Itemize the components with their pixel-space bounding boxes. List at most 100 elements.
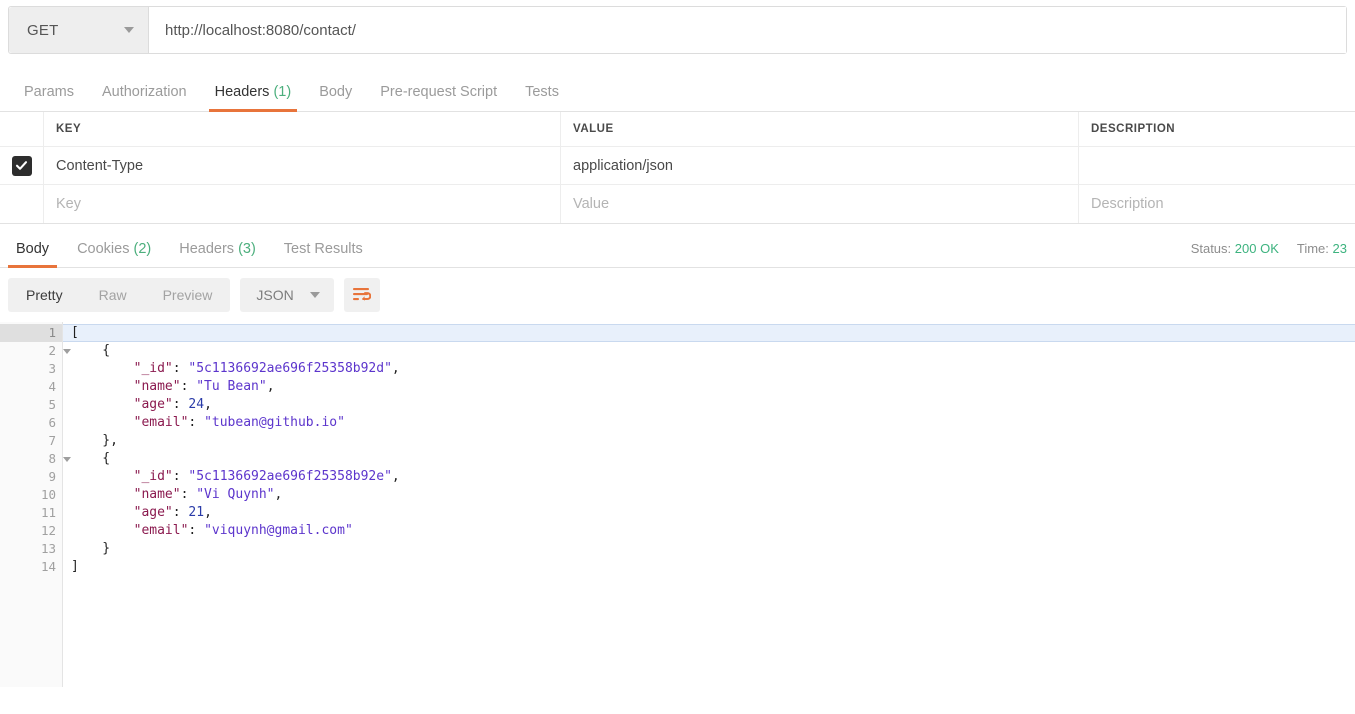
tab-headers[interactable]: Headers (1) bbox=[201, 84, 306, 112]
tab-tests[interactable]: Tests bbox=[511, 84, 573, 111]
word-wrap-icon bbox=[353, 288, 372, 301]
response-tab-headers-count: (3) bbox=[238, 241, 256, 257]
tab-body[interactable]: Body bbox=[305, 84, 366, 111]
response-tab-test-results[interactable]: Test Results bbox=[270, 241, 377, 267]
code-token-key: "age" bbox=[71, 505, 173, 520]
response-tab-cookies[interactable]: Cookies (2) bbox=[63, 241, 165, 267]
http-method-label: GET bbox=[27, 21, 59, 39]
tab-headers-label: Headers bbox=[214, 84, 270, 100]
code-token-pun: ] bbox=[71, 559, 79, 574]
headers-table: KEY VALUE DESCRIPTION Content-Type appli… bbox=[0, 112, 1355, 224]
status-value: 200 OK bbox=[1234, 241, 1279, 256]
code-line: }, bbox=[63, 432, 1355, 450]
code-token-str: "Tu Bean" bbox=[196, 379, 267, 394]
view-mode-pretty[interactable]: Pretty bbox=[8, 278, 81, 312]
header-description-input[interactable] bbox=[1079, 147, 1355, 184]
new-header-value-input[interactable]: Value bbox=[561, 185, 1079, 223]
line-number: 8 bbox=[0, 450, 71, 468]
response-tab-headers[interactable]: Headers (3) bbox=[165, 241, 270, 267]
code-token-key: "email" bbox=[71, 415, 189, 430]
code-token-key: "name" bbox=[71, 379, 181, 394]
code-token-num: 21 bbox=[188, 505, 205, 520]
table-row: Content-Type application/json bbox=[0, 147, 1355, 185]
line-number: 11 bbox=[40, 505, 56, 520]
response-language-label: JSON bbox=[256, 287, 294, 303]
response-tab-body[interactable]: Body bbox=[2, 241, 63, 268]
response-tab-cookies-count: (2) bbox=[133, 241, 152, 257]
tab-authorization-label: Authorization bbox=[101, 84, 187, 100]
code-token-pun: , bbox=[274, 487, 283, 502]
line-number: 9 bbox=[48, 469, 56, 484]
response-tab-test-results-label: Test Results bbox=[283, 241, 363, 257]
line-number: 10 bbox=[40, 487, 56, 502]
code-line: "email": "tubean@github.io" bbox=[63, 414, 1355, 432]
response-tab-body-label: Body bbox=[16, 241, 50, 257]
column-header-key: KEY bbox=[44, 112, 561, 146]
code-token-pun: , bbox=[204, 505, 212, 520]
code-line: } bbox=[63, 540, 1355, 558]
code-line: "name": "Vi Quynh", bbox=[63, 486, 1355, 504]
time-label: Time: bbox=[1296, 241, 1329, 256]
code-token-pun: { bbox=[71, 451, 111, 466]
http-method-select[interactable]: GET bbox=[9, 7, 149, 53]
table-row-new: Key Value Description bbox=[0, 185, 1355, 223]
tab-headers-count: (1) bbox=[273, 84, 292, 100]
word-wrap-button[interactable] bbox=[343, 278, 380, 312]
code-token-pun: , bbox=[391, 469, 400, 484]
code-token-pun: : bbox=[188, 415, 205, 430]
code-token-pun: : bbox=[172, 505, 189, 520]
tab-params-label: Params bbox=[24, 84, 74, 100]
response-view-toolbar: Pretty Raw Preview JSON bbox=[0, 268, 1355, 322]
code-token-key: "email" bbox=[71, 523, 189, 538]
line-number: 12 bbox=[40, 523, 56, 538]
column-header-description: DESCRIPTION bbox=[1091, 123, 1176, 135]
header-key-input[interactable]: Content-Type bbox=[44, 147, 561, 184]
response-language-select[interactable]: JSON bbox=[240, 278, 334, 312]
request-url-input[interactable]: http://localhost:8080/contact/ bbox=[149, 7, 1346, 53]
response-tabs-bar: Body Cookies (2) Headers (3) Test Result… bbox=[0, 224, 1355, 268]
code-token-str: "5c1136692ae696f25358b92e" bbox=[188, 469, 392, 484]
tab-params[interactable]: Params bbox=[10, 84, 88, 111]
code-line: "_id": "5c1136692ae696f25358b92d", bbox=[63, 360, 1355, 378]
code-token-key: "name" bbox=[71, 487, 181, 502]
code-token-key: "age" bbox=[71, 397, 173, 412]
code-line: "name": "Tu Bean", bbox=[63, 378, 1355, 396]
code-token-pun: , bbox=[266, 379, 275, 394]
code-token-pun: : bbox=[172, 361, 189, 376]
new-header-key-input[interactable]: Key bbox=[44, 185, 561, 223]
header-enabled-checkbox[interactable] bbox=[11, 155, 32, 176]
view-mode-raw[interactable]: Raw bbox=[81, 278, 145, 312]
line-number: 2 bbox=[0, 342, 71, 360]
view-mode-preview[interactable]: Preview bbox=[145, 278, 231, 312]
code-token-pun: : bbox=[188, 523, 205, 538]
chevron-down-icon bbox=[124, 27, 134, 33]
code-token-str: "viquynh@gmail.com" bbox=[204, 523, 353, 538]
line-number: 1 bbox=[0, 324, 71, 342]
tab-authorization[interactable]: Authorization bbox=[88, 84, 201, 111]
new-header-description-input[interactable]: Description bbox=[1079, 185, 1355, 223]
header-value-input[interactable]: application/json bbox=[561, 147, 1079, 184]
column-header-value: VALUE bbox=[561, 112, 1079, 146]
code-token-pun: [ bbox=[71, 325, 79, 340]
time-value: 23 bbox=[1332, 241, 1347, 256]
code-token-pun: , bbox=[391, 361, 400, 376]
header-row-checkbox-spacer bbox=[0, 112, 44, 146]
line-number: 3 bbox=[48, 361, 56, 376]
response-body-code[interactable]: [ { "_id": "5c1136692ae696f25358b92d", "… bbox=[63, 322, 1355, 687]
response-body-viewer[interactable]: 1 2 3 4 5 6 7 8 9 10 11 12 13 14 [ { "_id": "5c113669… bbox=[0, 322, 1355, 687]
tab-pre-request-script[interactable]: Pre-request Script bbox=[366, 84, 511, 111]
status-label: Status: bbox=[1190, 241, 1232, 256]
code-token-str: "tubean@github.io" bbox=[204, 415, 345, 430]
view-mode-group: Pretty Raw Preview bbox=[8, 278, 231, 312]
line-number: 5 bbox=[48, 397, 56, 412]
line-number: 13 bbox=[40, 541, 56, 556]
response-tabs: Body Cookies (2) Headers (3) Test Result… bbox=[0, 241, 377, 268]
new-row-checkbox-spacer bbox=[0, 185, 44, 223]
tab-pre-request-script-label: Pre-request Script bbox=[380, 84, 498, 100]
code-token-pun: } bbox=[71, 541, 111, 556]
status-badge: Status: 200 OK bbox=[1191, 241, 1279, 256]
code-token-pun: : bbox=[180, 487, 197, 502]
code-token-str: "5c1136692ae696f25358b92d" bbox=[188, 361, 392, 376]
time-badge: Time: 23 bbox=[1297, 241, 1347, 256]
code-line: "age": 24, bbox=[63, 396, 1355, 414]
